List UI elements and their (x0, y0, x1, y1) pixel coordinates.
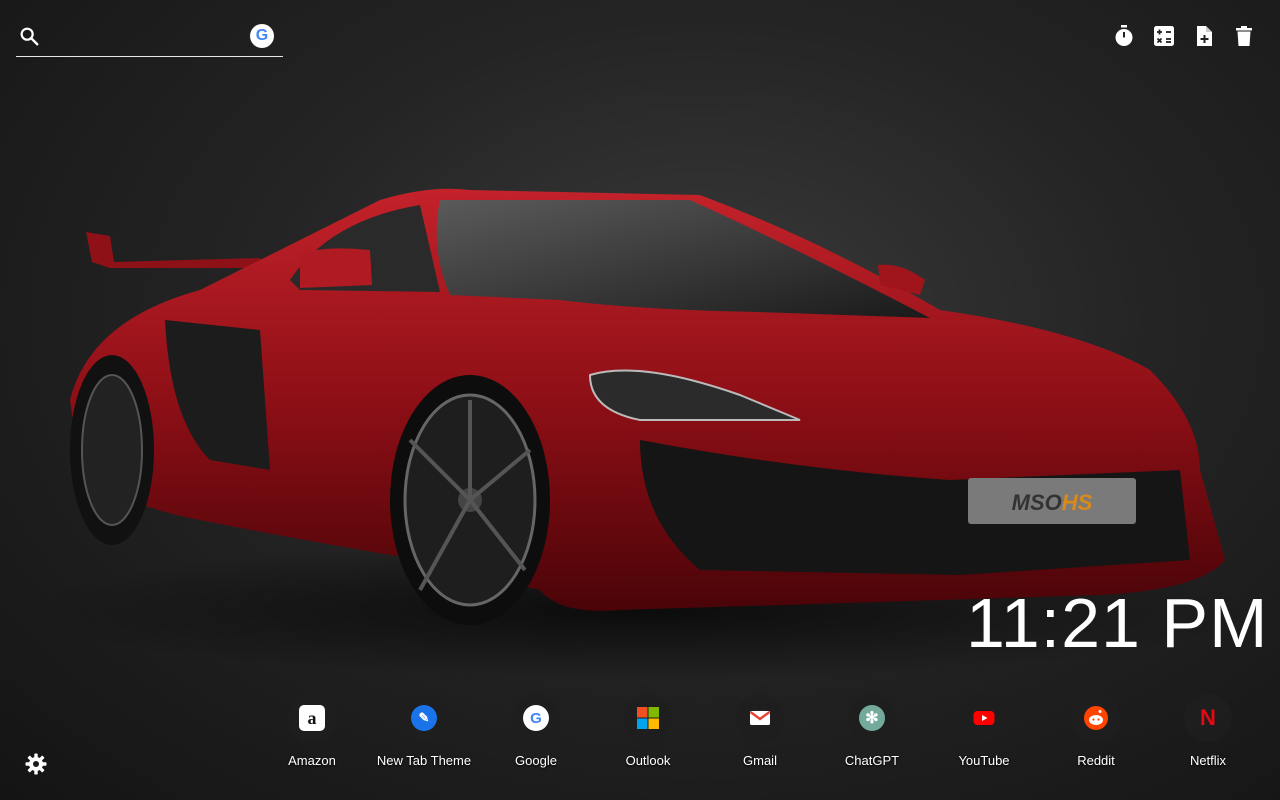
shortcut-reddit[interactable]: Reddit (1040, 694, 1152, 774)
search-input[interactable] (52, 24, 256, 50)
netflix-icon: N (1200, 705, 1216, 730)
chatgpt-icon: ✻ (859, 705, 885, 731)
gmail-icon (749, 711, 771, 725)
youtube-icon (973, 711, 995, 725)
svg-text:MSOHS: MSOHS (1012, 490, 1093, 515)
trash-icon[interactable] (1232, 24, 1256, 48)
shortcut-youtube[interactable]: YouTube (928, 694, 1040, 774)
reddit-icon (1084, 706, 1108, 730)
shortcut-gmail[interactable]: Gmail (704, 694, 816, 774)
search-icon (20, 27, 39, 46)
shortcut-label: YouTube (958, 753, 1010, 768)
add-note-icon[interactable] (1192, 24, 1216, 48)
shortcut-chatgpt[interactable]: ✻ ChatGPT (816, 694, 928, 774)
shortcut-google[interactable]: G Google (480, 694, 592, 774)
google-icon[interactable]: G (250, 24, 274, 48)
background-car-image: MSOHS (20, 188, 1260, 680)
shortcut-outlook[interactable]: Outlook (592, 694, 704, 774)
shortcut-label: Netflix (1189, 753, 1227, 768)
newtab-theme-icon: ✎ (411, 705, 437, 731)
shortcut-label: Gmail (743, 753, 777, 768)
outlook-icon (637, 707, 659, 729)
shortcut-bar: a Amazon ✎ New Tab Theme G Google Outloo… (256, 694, 1264, 774)
clock-time: 11:21 PM (966, 584, 1269, 662)
shortcut-amazon[interactable]: a Amazon (256, 694, 368, 774)
calculator-icon[interactable] (1152, 24, 1176, 48)
shortcut-label: New Tab Theme (376, 753, 472, 768)
shortcut-label: Amazon (288, 753, 336, 768)
google-icon: G (523, 705, 549, 731)
timer-icon[interactable] (1112, 24, 1136, 48)
shortcut-new-tab-theme[interactable]: ✎ New Tab Theme (368, 694, 480, 774)
gear-icon[interactable] (24, 752, 48, 776)
shortcut-netflix[interactable]: N Netflix (1152, 694, 1264, 774)
shortcut-label: ChatGPT (844, 753, 900, 768)
search-bar[interactable]: G (16, 18, 283, 57)
shortcut-label: Outlook (625, 753, 671, 768)
amazon-icon: a (299, 705, 325, 731)
shortcut-label: Reddit (1077, 753, 1115, 768)
shortcut-label: Google (515, 753, 557, 768)
